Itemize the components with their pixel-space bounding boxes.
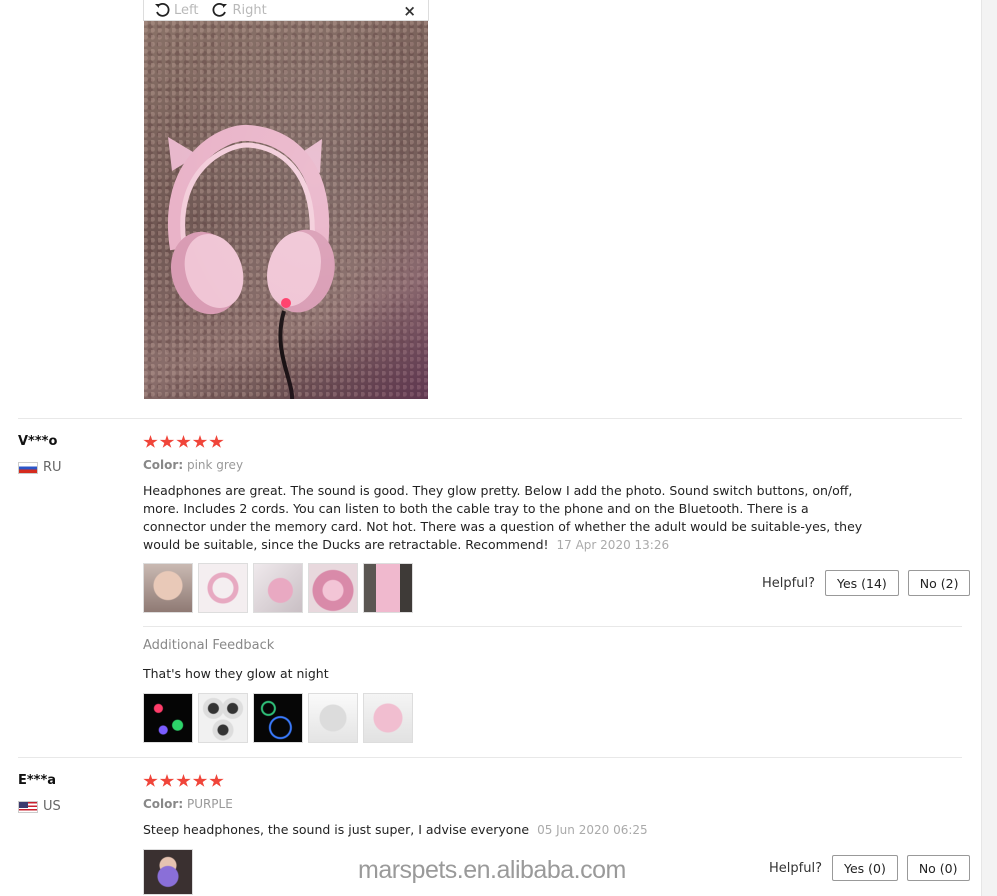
- watermark: marspets.en.alibaba.com: [358, 856, 626, 884]
- reviewer-name: E***a: [18, 773, 57, 788]
- review-thumbnail[interactable]: [143, 563, 193, 613]
- helpful-label: Helpful?: [762, 575, 815, 591]
- color-label: Color:: [143, 797, 184, 811]
- rotate-right-label: Right: [232, 2, 267, 18]
- review-text: Headphones are great. The sound is good.…: [143, 482, 863, 554]
- country-code: RU: [43, 460, 62, 475]
- review-thumbnail[interactable]: [143, 693, 193, 743]
- helpful-no-button[interactable]: No (0): [906, 855, 970, 881]
- star-icon: [159, 435, 175, 448]
- reviewer-country: RU: [18, 460, 62, 475]
- review-body: Steep headphones, the sound is just supe…: [143, 822, 530, 837]
- review-thumbnail[interactable]: [308, 693, 358, 743]
- star-icon: [143, 774, 158, 787]
- helpful-label: Helpful?: [769, 860, 822, 876]
- product-color: Color: pink grey: [143, 458, 243, 472]
- country-code: US: [43, 799, 61, 814]
- usa-flag-icon: [18, 800, 38, 813]
- additional-thumbnails: [143, 693, 418, 743]
- russia-flag-icon: [18, 461, 38, 474]
- image-viewer: Left Right ×: [143, 0, 429, 400]
- review-thumbnail[interactable]: [143, 849, 193, 895]
- review-thumbnails: [143, 563, 418, 613]
- star-icon: [209, 435, 224, 448]
- helpful-no-button[interactable]: No (2): [907, 570, 971, 596]
- star-icon: [143, 435, 158, 448]
- headphones-photo: [168, 124, 335, 399]
- helpful-voting: Helpful? Yes (0) No (0): [769, 855, 979, 881]
- star-icon: [159, 774, 175, 787]
- close-icon[interactable]: ×: [403, 2, 416, 20]
- helpful-yes-button[interactable]: Yes (14): [824, 570, 899, 596]
- review-thumbnail[interactable]: [363, 563, 413, 613]
- color-label: Color:: [143, 458, 184, 472]
- divider: [143, 626, 962, 627]
- review-body: Headphones are great. The sound is good.…: [143, 483, 863, 552]
- review-thumbnail[interactable]: [253, 693, 303, 743]
- reviewer-country: US: [18, 799, 61, 814]
- image-viewer-toolbar: Left Right ×: [143, 0, 429, 21]
- rating-stars: [143, 774, 226, 788]
- review-thumbnails: [143, 849, 198, 895]
- color-value: pink grey: [186, 458, 244, 472]
- rating-stars: [143, 435, 226, 449]
- rotate-left-button[interactable]: Left: [154, 2, 198, 18]
- page-scroll-gutter: [981, 0, 997, 896]
- color-value: PURPLE: [186, 797, 233, 811]
- additional-feedback-title: Additional Feedback: [143, 638, 275, 653]
- star-icon: [192, 774, 208, 787]
- review-text: Steep headphones, the sound is just supe…: [143, 821, 863, 839]
- divider: [18, 757, 962, 758]
- review-thumbnail[interactable]: [253, 563, 303, 613]
- review-thumbnail[interactable]: [308, 563, 358, 613]
- review-thumbnail[interactable]: [198, 693, 248, 743]
- review-photo-large: [144, 21, 428, 399]
- review-thumbnail[interactable]: [363, 693, 413, 743]
- rotate-right-icon: [213, 2, 228, 17]
- reviewer-name: V***o: [18, 434, 58, 449]
- product-color: Color: PURPLE: [143, 797, 233, 811]
- star-icon: [176, 774, 191, 787]
- review-thumbnail[interactable]: [198, 563, 248, 613]
- star-icon: [192, 435, 208, 448]
- review-date: 17 Apr 2020 13:26: [556, 538, 670, 552]
- rotate-right-button[interactable]: Right: [212, 2, 267, 18]
- helpful-voting: Helpful? Yes (14) No (2): [762, 570, 979, 596]
- helpful-yes-button[interactable]: Yes (0): [831, 855, 898, 881]
- star-icon: [176, 435, 191, 448]
- star-icon: [209, 774, 224, 787]
- review-date: 05 Jun 2020 06:25: [537, 823, 648, 837]
- additional-feedback-text: That's how they glow at night: [143, 666, 329, 681]
- rotate-left-label: Left: [174, 2, 199, 18]
- divider: [18, 418, 962, 419]
- rotate-left-icon: [155, 2, 170, 17]
